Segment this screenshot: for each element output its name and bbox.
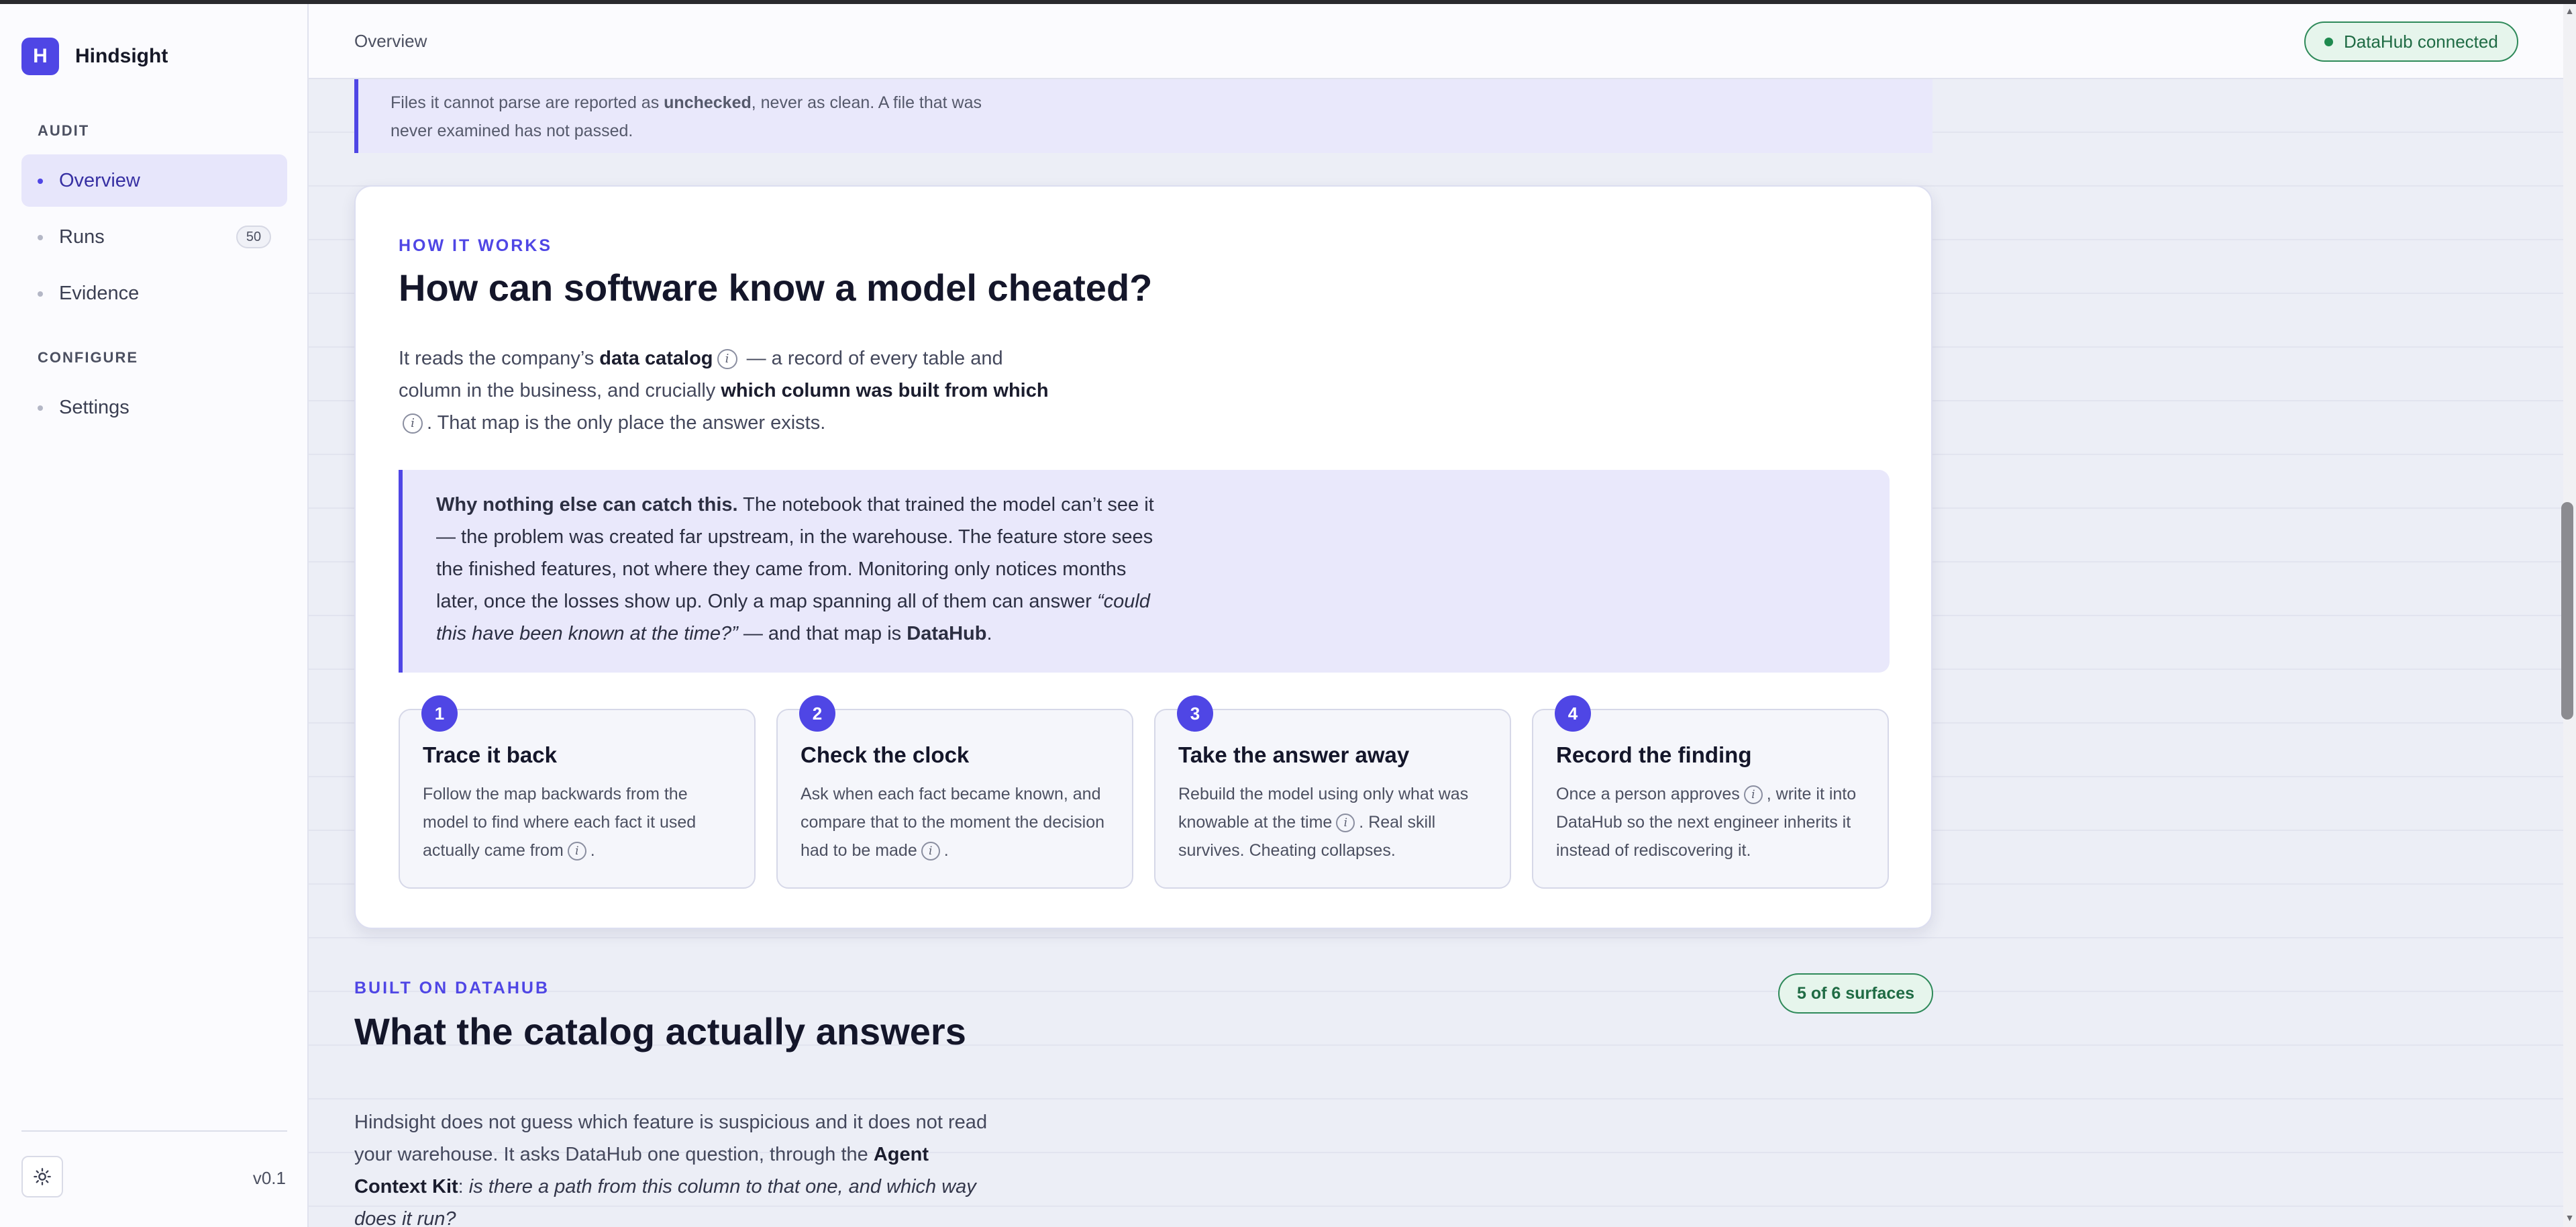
step-description: Once a person approves i, write it into D… <box>1556 785 1857 860</box>
section-eyebrow: HOW IT WORKS <box>399 236 553 255</box>
step-number-badge: 2 <box>799 695 835 732</box>
step-title: Check the clock <box>801 742 970 767</box>
step-title: Record the finding <box>1556 742 1752 767</box>
brand[interactable]: H Hindsight <box>21 38 168 75</box>
callout-text: Files it cannot parse are reported as un… <box>391 93 982 140</box>
sidebar-divider <box>21 1130 287 1132</box>
scrollbar-thumb[interactable] <box>2561 502 2573 720</box>
step-title: Trace it back <box>423 742 557 767</box>
sidebar-item-label: Evidence <box>59 282 140 304</box>
runs-count-badge: 50 <box>236 226 271 248</box>
info-icon[interactable]: i <box>921 842 940 861</box>
sidebar-item-label: Overview <box>59 169 140 191</box>
section-title: How can software know a model cheated? <box>399 266 1153 309</box>
brand-logo: H <box>21 38 59 75</box>
step-card-3: 3 Take the answer away Rebuild the model… <box>1154 695 1511 889</box>
step-card-1: 1 Trace it back Follow the map backwards… <box>399 695 756 889</box>
sidebar-item-evidence[interactable]: Evidence <box>21 267 287 320</box>
sidebar-item-label: Runs <box>59 226 105 248</box>
built-on-paragraph: Hindsight does not guess which feature i… <box>354 1112 988 1227</box>
step-title: Take the answer away <box>1178 742 1410 767</box>
info-icon[interactable]: i <box>717 349 737 370</box>
step-card-4: 4 Record the finding Once a person appro… <box>1532 695 1889 889</box>
theme-toggle-button[interactable] <box>21 1156 63 1197</box>
sidebar-item-settings[interactable]: Settings <box>21 381 287 434</box>
connection-status-label: DataHub connected <box>2344 31 2498 52</box>
step-description: Follow the map backwards from the model … <box>423 785 697 861</box>
sidebar-item-label: Settings <box>59 396 130 418</box>
why-callout-text: Why nothing else can catch this. The not… <box>436 494 1154 644</box>
why-callout: Why nothing else can catch this. The not… <box>399 470 1890 673</box>
nav-section-audit: AUDIT <box>38 122 90 139</box>
surfaces-count-badge: 5 of 6 surfaces <box>1778 973 1934 1014</box>
scroll-up-icon[interactable]: ▲ <box>2563 5 2576 19</box>
step-description: Ask when each fact became known, and com… <box>801 785 1105 861</box>
info-icon[interactable]: i <box>1743 785 1763 805</box>
info-icon[interactable]: i <box>1336 814 1355 833</box>
brand-name: Hindsight <box>75 45 168 67</box>
sun-icon <box>34 1168 51 1185</box>
info-icon[interactable]: i <box>403 413 423 434</box>
nav-dot <box>38 179 43 184</box>
main-content: Files it cannot parse are reported as un… <box>309 79 2563 1227</box>
built-on-eyebrow: BUILT ON DATAHUB <box>354 979 550 997</box>
nav-dot <box>38 291 43 297</box>
nav-dot <box>38 405 43 411</box>
breadcrumb[interactable]: Overview <box>354 31 427 52</box>
how-it-works-card: HOW IT WORKS How can software know a mod… <box>354 185 1933 929</box>
scroll-down-icon[interactable]: ▼ <box>2563 1212 2576 1226</box>
step-number-badge: 1 <box>421 695 458 732</box>
app-version: v0.1 <box>252 1168 286 1188</box>
step-number-badge: 3 <box>1177 695 1213 732</box>
step-description: Rebuild the model using only what was kn… <box>1178 785 1469 860</box>
sidebar: H Hindsight AUDIT Overview Runs 50 Evide… <box>0 4 309 1227</box>
intro-paragraph: It reads the company’s data catalog i — a… <box>399 348 1049 434</box>
sidebar-item-overview[interactable]: Overview <box>21 154 287 207</box>
unchecked-files-callout: Files it cannot parse are reported as un… <box>354 79 1933 153</box>
nav-dot <box>38 235 43 240</box>
info-icon[interactable]: i <box>567 842 586 861</box>
step-number-badge: 4 <box>1555 695 1591 732</box>
built-on-title: What the catalog actually answers <box>354 1010 966 1052</box>
status-dot-icon <box>2324 37 2333 46</box>
nav-section-configure: CONFIGURE <box>38 349 138 366</box>
sidebar-item-runs[interactable]: Runs 50 <box>21 211 287 263</box>
connection-status-badge[interactable]: DataHub connected <box>2304 21 2518 62</box>
top-header: Overview DataHub connected <box>309 4 2563 79</box>
step-card-2: 2 Check the clock Ask when each fact bec… <box>776 695 1133 889</box>
